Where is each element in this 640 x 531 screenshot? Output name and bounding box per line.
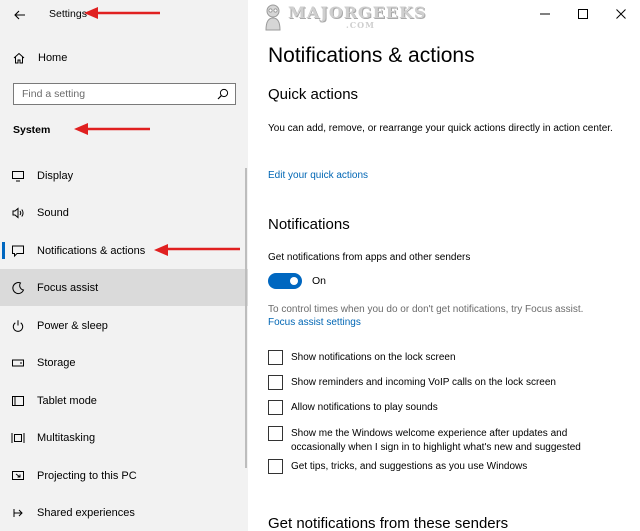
main-content: Notifications & actions Quick actions Yo… — [248, 0, 640, 531]
projector-icon — [12, 471, 24, 480]
watermark-sub: .COM — [346, 20, 375, 30]
section-label: System — [13, 124, 51, 136]
power-icon — [12, 320, 24, 332]
annotation-arrow-system — [74, 123, 150, 135]
minimize-icon — [540, 13, 550, 15]
sidebar-item-multitasking[interactable]: Multitasking — [0, 419, 248, 456]
minimize-button[interactable] — [526, 0, 564, 28]
sidebar-item-label: Projecting to this PC — [37, 470, 137, 482]
sidebar-item-tablet-mode[interactable]: Tablet mode — [0, 382, 248, 419]
sidebar-item-label: Power & sleep — [37, 320, 108, 332]
moon-icon — [12, 282, 25, 295]
maximize-button[interactable] — [564, 0, 602, 28]
sidebar-item-label: Shared experiences — [37, 507, 135, 519]
message-icon — [12, 245, 24, 258]
sidebar-item-home[interactable]: Home — [0, 45, 248, 71]
checkbox-label: Show me the Windows welcome experience a… — [291, 428, 581, 453]
checkbox-label: Allow notifications to play sounds — [291, 402, 438, 413]
focus-assist-text: To control times when you do or don't ge… — [268, 304, 584, 315]
quick-actions-heading: Quick actions — [268, 86, 359, 103]
checkbox-label: Get tips, tricks, and suggestions as you… — [291, 461, 528, 472]
drive-icon — [12, 359, 24, 367]
checkbox[interactable] — [268, 375, 283, 390]
toggle-state-label: On — [312, 275, 327, 287]
sidebar-item-label: Notifications & actions — [37, 245, 146, 257]
window-controls — [526, 0, 640, 28]
speaker-icon — [12, 207, 24, 219]
checkbox[interactable] — [268, 459, 283, 474]
notifications-heading: Notifications — [268, 216, 350, 233]
sidebar-item-projecting[interactable]: Projecting to this PC — [0, 457, 248, 494]
sidebar-item-label: Focus assist — [37, 282, 99, 294]
maximize-icon — [578, 9, 588, 19]
shared-icon — [13, 509, 23, 517]
sidebar-item-power-sleep[interactable]: Power & sleep — [0, 307, 248, 344]
annotation-arrow-title — [84, 7, 160, 19]
multitasking-icon — [11, 433, 25, 443]
sidebar-item-label: Multitasking — [37, 432, 96, 444]
back-arrow-icon — [14, 10, 25, 20]
active-indicator — [2, 242, 5, 259]
sidebar-item-label: Storage — [37, 357, 76, 369]
checkbox[interactable] — [268, 400, 283, 415]
geek-mascot-icon — [265, 4, 281, 31]
monitor-icon — [12, 171, 24, 182]
checkbox-label: Show notifications on the lock screen — [291, 352, 456, 363]
close-icon — [616, 9, 626, 19]
checkbox[interactable] — [268, 426, 283, 441]
sidebar-item-storage[interactable]: Storage — [0, 344, 248, 381]
sidebar-item-focus-assist[interactable]: Focus assist — [0, 269, 248, 306]
notifications-toggle[interactable] — [268, 273, 302, 289]
sidebar-item-sound[interactable]: Sound — [0, 194, 248, 231]
notifications-toggle-caption: Get notifications from apps and other se… — [268, 252, 471, 263]
settings-window: Settings Home System Display — [0, 0, 640, 531]
back-button[interactable] — [8, 4, 32, 26]
search-input[interactable] — [14, 84, 210, 104]
sidebar: Settings Home System Display — [0, 0, 248, 531]
search-box[interactable] — [13, 83, 236, 105]
sidebar-item-label: Sound — [37, 207, 69, 219]
sidebar-item-shared-experiences[interactable]: Shared experiences — [0, 494, 248, 531]
edit-quick-actions-link[interactable]: Edit your quick actions — [268, 170, 368, 181]
page-title: Notifications & actions — [268, 44, 475, 67]
tablet-icon — [12, 396, 24, 406]
sidebar-item-label: Display — [37, 170, 74, 182]
sidebar-item-display[interactable]: Display — [0, 157, 248, 194]
sidebar-item-label: Tablet mode — [37, 395, 97, 407]
checkbox-label: Show reminders and incoming VoIP calls o… — [291, 377, 556, 388]
sidebar-item-label: Home — [38, 52, 68, 64]
annotation-arrow-notifications — [154, 244, 240, 256]
quick-actions-description: You can add, remove, or rearrange your q… — [268, 123, 613, 134]
sidebar-scrollbar[interactable] — [245, 168, 247, 468]
focus-assist-settings-link[interactable]: Focus assist settings — [268, 317, 361, 328]
search-icon[interactable] — [217, 88, 229, 100]
home-icon — [13, 52, 25, 64]
toggle-knob — [290, 277, 298, 285]
close-button[interactable] — [602, 0, 640, 28]
checkbox[interactable] — [268, 350, 283, 365]
senders-heading: Get notifications from these senders — [268, 515, 509, 531]
